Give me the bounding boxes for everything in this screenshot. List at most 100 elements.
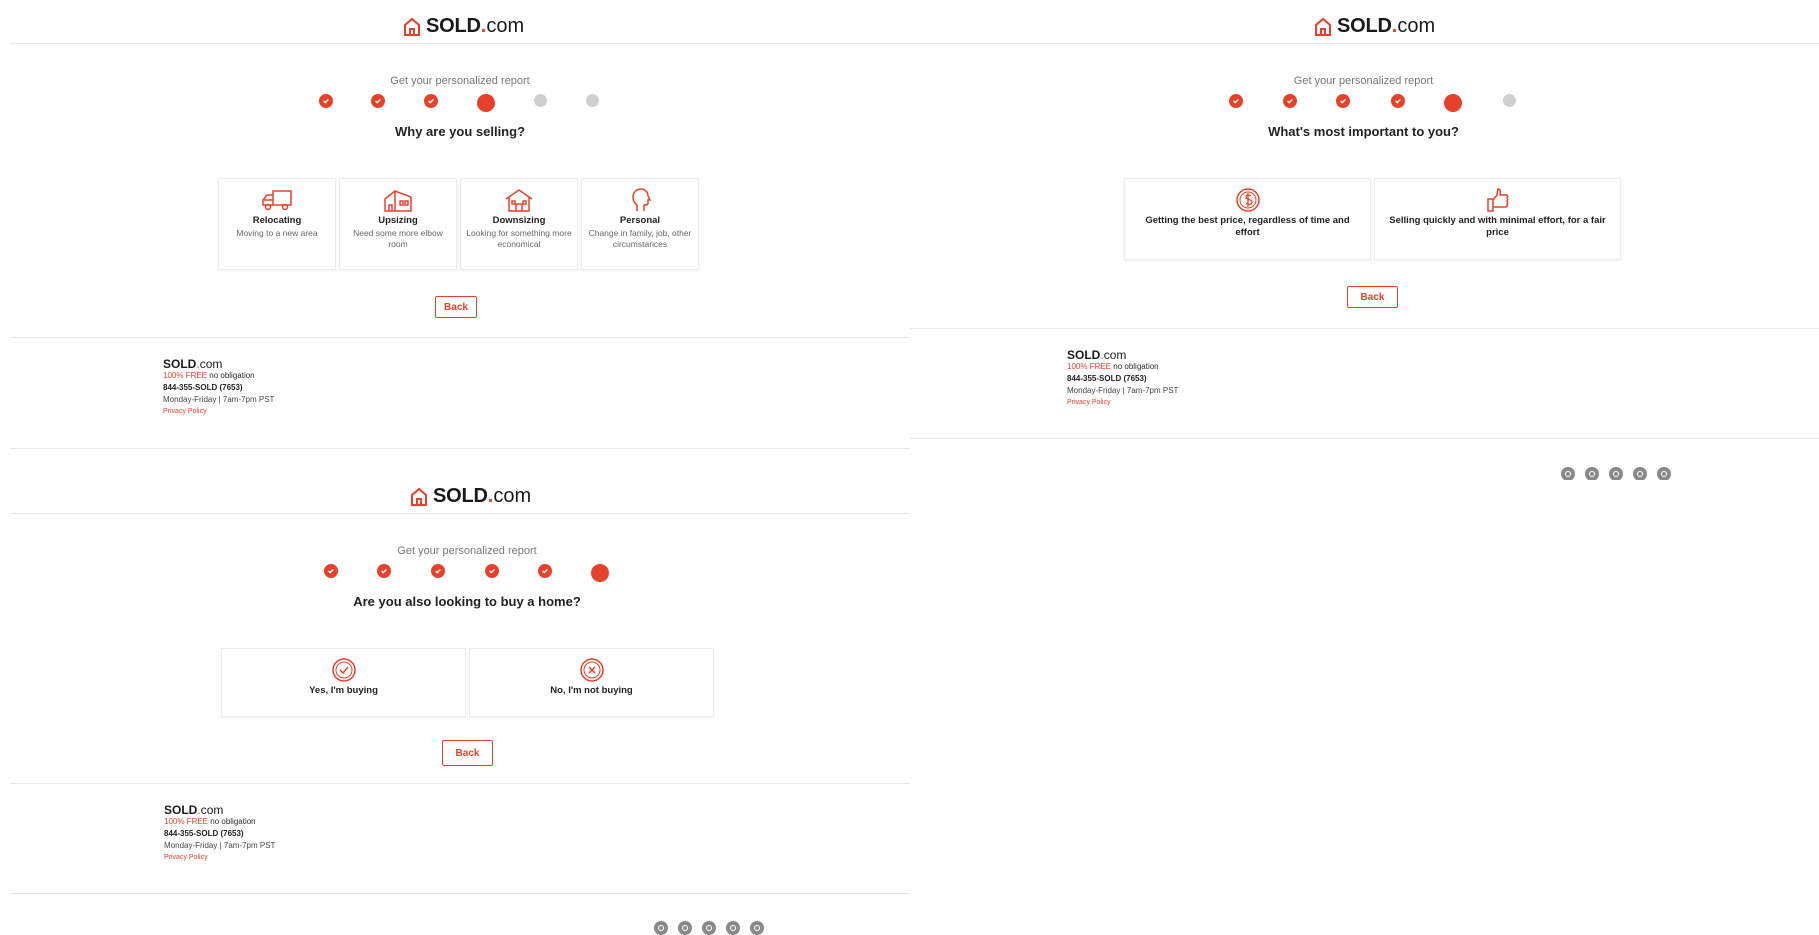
panel-buying: SOLD. com Get your personalized report Ar… bbox=[10, 476, 910, 935]
option-title: No, I'm not buying bbox=[550, 685, 633, 696]
footer-divider bbox=[10, 783, 910, 784]
step-5-todo bbox=[533, 94, 547, 107]
site-logo[interactable]: SOLD. com bbox=[409, 485, 531, 508]
phone-number[interactable]: 844-355-SOLD (7653) bbox=[163, 382, 274, 394]
question-heading: Why are you selling? bbox=[394, 124, 526, 139]
option-relocating[interactable]: Relocating Moving to a new area bbox=[218, 178, 336, 270]
step-6-todo bbox=[1502, 94, 1516, 107]
back-button[interactable]: Back bbox=[435, 296, 477, 318]
option-personal[interactable]: Personal Change in family, job, other ci… bbox=[581, 178, 699, 270]
site-logo[interactable]: SOLD. com bbox=[402, 15, 524, 38]
option-title: Personal bbox=[619, 215, 661, 226]
panel-selling-reason: SOLD. com Get your personalized report Wh… bbox=[10, 6, 910, 480]
phone-number[interactable]: 844-355-SOLD (7653) bbox=[1067, 373, 1178, 385]
step-1-done bbox=[324, 564, 338, 578]
truck-icon bbox=[262, 190, 292, 211]
step-4-done bbox=[1391, 94, 1405, 108]
step-1-done bbox=[1229, 94, 1243, 108]
option-best-price[interactable]: Getting the best price, regardless of ti… bbox=[1124, 178, 1371, 260]
thumbs-up-icon bbox=[1486, 188, 1508, 212]
options-group: Relocating Moving to a new area Upsizing… bbox=[218, 178, 699, 270]
option-title: Selling quickly and with minimal effort,… bbox=[1389, 215, 1606, 238]
no-obligation-label: no obligation bbox=[1111, 362, 1159, 371]
free-label: 100% FREE bbox=[164, 817, 209, 826]
phone-number[interactable]: 844-355-SOLD (7653) bbox=[164, 828, 275, 840]
step-4-done bbox=[485, 564, 499, 578]
no-obligation-label: no obligation bbox=[208, 817, 256, 826]
pinterest-icon[interactable] bbox=[1657, 467, 1671, 480]
pinterest-icon[interactable] bbox=[750, 921, 764, 935]
business-hours: Monday-Friday | 7am-7pm PST bbox=[163, 395, 275, 404]
panel-priority: SOLD. com Get your personalized report Wh… bbox=[910, 6, 1819, 480]
report-subtitle: Get your personalized report bbox=[390, 75, 530, 87]
site-logo[interactable]: SOLD. com bbox=[1313, 15, 1435, 38]
youtube-icon[interactable] bbox=[1633, 467, 1647, 480]
site-footer: SOLD.com 100% FREE no obligation 844-355… bbox=[163, 358, 274, 418]
step-1-done bbox=[319, 94, 333, 108]
progress-steps bbox=[10, 94, 910, 121]
checkmark-icon bbox=[328, 568, 334, 574]
option-upsizing[interactable]: Upsizing Need some more elbow room bbox=[339, 178, 457, 270]
instagram-icon[interactable] bbox=[702, 921, 716, 935]
privacy-policy-link[interactable]: Privacy Policy bbox=[1067, 397, 1178, 409]
footer-divider bbox=[10, 337, 910, 338]
footer-bottom-divider bbox=[910, 438, 1819, 439]
option-title: Getting the best price, regardless of ti… bbox=[1145, 215, 1350, 238]
twitter-icon[interactable] bbox=[678, 921, 692, 935]
head-profile-icon bbox=[632, 188, 652, 211]
checkmark-icon bbox=[381, 568, 387, 574]
step-6-todo bbox=[585, 94, 599, 107]
checkmark-icon bbox=[1233, 98, 1239, 104]
progress-steps bbox=[10, 564, 910, 591]
checkmark-icon bbox=[489, 568, 495, 574]
checkmark-icon bbox=[428, 98, 434, 104]
footer-logo[interactable]: SOLD.com bbox=[1067, 349, 1178, 361]
facebook-icon[interactable] bbox=[654, 921, 668, 935]
checkmark-icon bbox=[1395, 98, 1401, 104]
footer-logo[interactable]: SOLD.com bbox=[164, 804, 275, 816]
option-description: Moving to a new area bbox=[236, 228, 318, 238]
site-header: SOLD. com bbox=[10, 476, 910, 514]
privacy-policy-link[interactable]: Privacy Policy bbox=[163, 406, 274, 418]
youtube-icon[interactable] bbox=[726, 921, 740, 935]
checkmark-icon bbox=[542, 568, 548, 574]
social-links bbox=[1561, 467, 1671, 480]
option-yes-buying[interactable]: Yes, I'm buying bbox=[221, 648, 466, 717]
instagram-icon[interactable] bbox=[1609, 467, 1623, 480]
back-button[interactable]: Back bbox=[442, 740, 493, 766]
back-button[interactable]: Back bbox=[1347, 286, 1398, 308]
site-footer: SOLD.com 100% FREE no obligation 844-355… bbox=[1067, 349, 1178, 409]
footer-logo[interactable]: SOLD.com bbox=[163, 358, 274, 370]
checkmark-icon bbox=[1287, 98, 1293, 104]
options-group: Yes, I'm buying No, I'm not buying bbox=[221, 648, 714, 717]
option-title: Relocating bbox=[252, 215, 302, 226]
step-6-current bbox=[591, 564, 609, 582]
footer-bottom-divider bbox=[10, 893, 910, 894]
twitter-icon[interactable] bbox=[1585, 467, 1599, 480]
question-heading: Are you also looking to buy a home? bbox=[353, 594, 581, 609]
free-label: 100% FREE bbox=[163, 371, 208, 380]
check-circle-icon bbox=[331, 658, 356, 682]
social-links bbox=[654, 921, 764, 935]
progress-steps bbox=[910, 94, 1819, 121]
business-hours: Monday-Friday | 7am-7pm PST bbox=[164, 841, 276, 850]
site-footer: SOLD.com 100% FREE no obligation 844-355… bbox=[164, 804, 275, 864]
footer-bottom-divider bbox=[10, 448, 910, 449]
option-not-buying[interactable]: No, I'm not buying bbox=[469, 648, 714, 717]
step-5-current bbox=[1444, 94, 1462, 112]
facebook-icon[interactable] bbox=[1561, 467, 1575, 480]
question-heading: What's most important to you? bbox=[1268, 124, 1459, 139]
privacy-policy-link[interactable]: Privacy Policy bbox=[164, 852, 275, 864]
dollar-coin-icon bbox=[1235, 188, 1260, 212]
small-house-icon bbox=[505, 189, 533, 212]
x-circle-icon bbox=[579, 658, 604, 682]
house-logo-icon bbox=[411, 487, 427, 506]
footer-divider bbox=[910, 328, 1819, 329]
step-2-done bbox=[371, 94, 385, 108]
option-downsizing[interactable]: Downsizing Looking for something more ec… bbox=[460, 178, 578, 270]
option-sell-quickly[interactable]: Selling quickly and with minimal effort,… bbox=[1374, 178, 1621, 260]
report-subtitle: Get your personalized report bbox=[397, 545, 537, 557]
step-4-current bbox=[477, 94, 495, 112]
no-obligation-label: no obligation bbox=[207, 371, 255, 380]
checkmark-icon bbox=[1340, 98, 1346, 104]
